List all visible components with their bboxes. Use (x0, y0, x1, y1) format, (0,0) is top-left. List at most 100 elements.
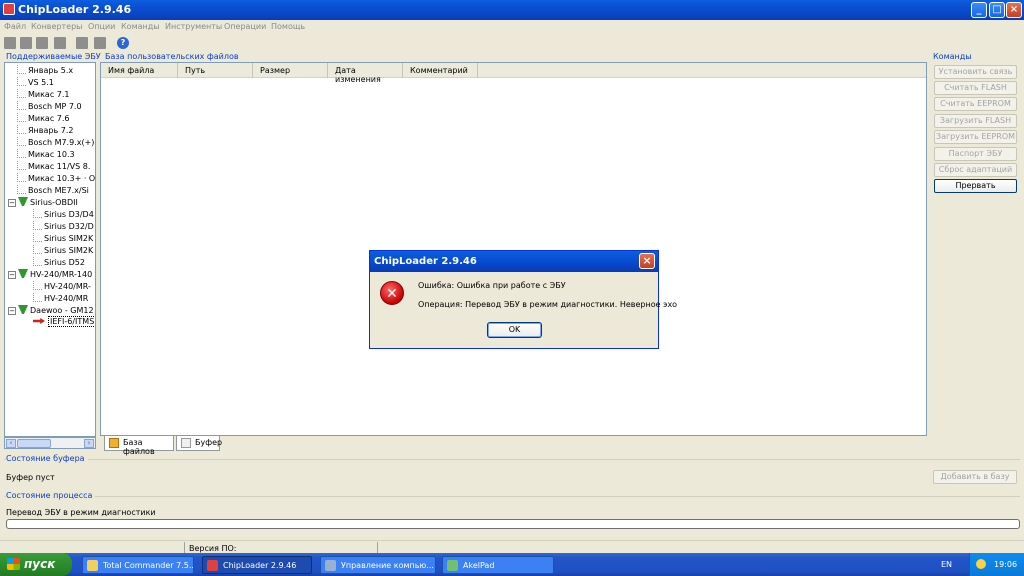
reset-adaptations-button[interactable]: Сброс адаптаций (934, 163, 1017, 177)
taskbar-item-akelpad[interactable]: AkelPad (442, 556, 554, 574)
tree-item[interactable]: Микас 11/VS 8. (17, 161, 90, 173)
cut-icon[interactable] (54, 37, 66, 49)
open-icon[interactable] (4, 37, 16, 49)
read-flash-button[interactable]: Считать FLASH (934, 81, 1017, 95)
window-title: ChipLoader 2.9.46 (18, 3, 132, 16)
dialog-title: ChipLoader 2.9.46 × (370, 251, 658, 272)
add-to-base-button[interactable]: Добавить в базу (933, 470, 1017, 484)
tab-buffer[interactable]: Буфер (176, 436, 222, 451)
menu-help[interactable]: Помощь (271, 22, 305, 31)
commands-section-label: Команды (933, 52, 972, 61)
progress-bar (6, 519, 1020, 529)
close-button[interactable]: × (1006, 2, 1022, 18)
app-icon (3, 3, 15, 15)
save-icon[interactable] (20, 37, 32, 49)
copy-icon[interactable] (76, 37, 88, 49)
help-icon[interactable]: ? (117, 37, 129, 49)
tree-group-hv240[interactable]: − HV-240/MR-140 (8, 269, 92, 281)
system-tray: 19:06 (969, 553, 1024, 576)
computer-icon (325, 560, 336, 571)
ecu-passport-button[interactable]: Паспорт ЭБУ (934, 147, 1017, 161)
tree-item[interactable]: Микас 7.1 (17, 89, 70, 101)
title-bar: ChipLoader 2.9.46 _ □ × (0, 0, 1024, 20)
read-eeprom-button[interactable]: Считать EEPROM (934, 97, 1017, 111)
start-button[interactable]: пуск (0, 553, 72, 576)
undo-icon[interactable] (36, 37, 48, 49)
scroll-right-icon[interactable]: › (84, 439, 94, 448)
col-date[interactable]: Дата изменения (328, 63, 403, 84)
tray-icon (976, 559, 986, 569)
abort-button[interactable]: Прервать (934, 179, 1017, 193)
tree-item[interactable]: Микас 7.6 (17, 113, 70, 125)
tree-item[interactable]: Bosch ME7.x/Si (17, 185, 89, 197)
paste-icon[interactable] (94, 37, 106, 49)
tree-item[interactable]: Микас 10.3 (17, 149, 75, 161)
operation-message: Операция: Перевод ЭБУ в режим диагностик… (418, 300, 678, 309)
collapse-icon: − (8, 199, 16, 207)
tree-item[interactable]: Sirius D32/D (33, 221, 94, 233)
write-eeprom-button[interactable]: Загрузить EEPROM (934, 130, 1017, 144)
menu-options[interactable]: Опции (88, 22, 115, 31)
menu-converters[interactable]: Конвертеры (31, 22, 83, 31)
tree-item[interactable]: Sirius SIM2K (33, 233, 93, 245)
taskbar-item-computer-management[interactable]: Управление компью... (320, 556, 436, 574)
tree-item[interactable]: Январь 7.2 (17, 125, 73, 137)
taskbar: пуск Total Commander 7.5... ChipLoader 2… (0, 553, 1024, 576)
divider (4, 459, 1020, 460)
tree-item[interactable]: Bosch MP 7.0 (17, 101, 82, 113)
tree-item[interactable]: Sirius SIM2K (33, 245, 93, 257)
scroll-left-icon[interactable]: ‹ (6, 439, 16, 448)
write-flash-button[interactable]: Загрузить FLASH (934, 114, 1017, 128)
tree-item[interactable]: Bosch M7.9.x(+) (17, 137, 94, 149)
tree-item-selected[interactable]: IEFI-6/ITMS (33, 316, 95, 329)
toolbar: ? (0, 34, 1024, 52)
process-status: Перевод ЭБУ в режим диагностики (6, 508, 156, 517)
col-path[interactable]: Путь (178, 63, 253, 78)
file-table[interactable]: Имя файла Путь Размер Дата изменения Ком… (100, 62, 927, 436)
menu-file[interactable]: Файл (4, 22, 26, 31)
tab-files[interactable]: База файлов (104, 436, 174, 456)
tree-item[interactable]: VS 5.1 (17, 77, 54, 89)
tree-horizontal-scrollbar[interactable]: ‹ › (4, 437, 96, 449)
file-tabs: База файлов Буфер (100, 436, 927, 456)
tree-item[interactable]: HV-240/MR (33, 293, 88, 305)
menu-commands[interactable]: Команды (121, 22, 160, 31)
notepad-icon (447, 560, 458, 571)
tree-item[interactable]: HV-240/MR- (33, 281, 91, 293)
table-header: Имя файла Путь Размер Дата изменения Ком… (101, 63, 926, 84)
tree-group-sirius[interactable]: − Sirius-OBDII (8, 197, 78, 209)
status-bar: Версия ПО: (0, 540, 1024, 553)
minimize-button[interactable]: _ (971, 2, 987, 18)
arrow-icon (33, 318, 45, 324)
folder-icon (18, 269, 28, 278)
folder-icon (18, 197, 28, 206)
tree-item[interactable]: Январь 5.x (17, 65, 73, 77)
windows-logo-icon (7, 558, 20, 570)
col-size[interactable]: Размер (253, 63, 328, 78)
collapse-icon: − (8, 307, 16, 315)
tree-item[interactable]: Sirius D3/D4 (33, 209, 94, 221)
chiploader-icon (207, 560, 218, 571)
taskbar-item-total-commander[interactable]: Total Commander 7.5... (82, 556, 194, 574)
menu-operations[interactable]: Операции (224, 22, 266, 31)
tree-item[interactable]: Микас 10.3+ · O (17, 173, 95, 185)
divider (4, 496, 1020, 497)
col-filename[interactable]: Имя файла (101, 63, 178, 78)
ecu-section-label: Поддерживаемые ЭБУ (6, 52, 101, 61)
taskbar-item-chiploader[interactable]: ChipLoader 2.9.46 (202, 556, 312, 574)
scroll-thumb[interactable] (17, 439, 51, 448)
language-indicator[interactable]: EN (941, 560, 952, 569)
ok-button[interactable]: OK (487, 322, 542, 338)
col-comment[interactable]: Комментарий (403, 63, 478, 78)
process-section-label: Состояние процесса (6, 491, 96, 500)
ecu-tree[interactable]: Январь 5.x VS 5.1 Микас 7.1 Bosch MP 7.0… (4, 62, 96, 437)
version-label: Версия ПО: (189, 544, 237, 553)
error-dialog: ChipLoader 2.9.46 × ✕ Ошибка: Ошибка при… (369, 250, 677, 349)
menu-tools[interactable]: Инструменты (165, 22, 222, 31)
connect-button[interactable]: Установить связь (934, 65, 1017, 79)
maximize-button[interactable]: □ (989, 2, 1005, 18)
total-commander-icon (87, 560, 98, 571)
dialog-close-icon[interactable]: × (639, 253, 655, 269)
tree-item[interactable]: Sirius D52 (33, 257, 85, 269)
clock: 19:06 (994, 560, 1018, 569)
